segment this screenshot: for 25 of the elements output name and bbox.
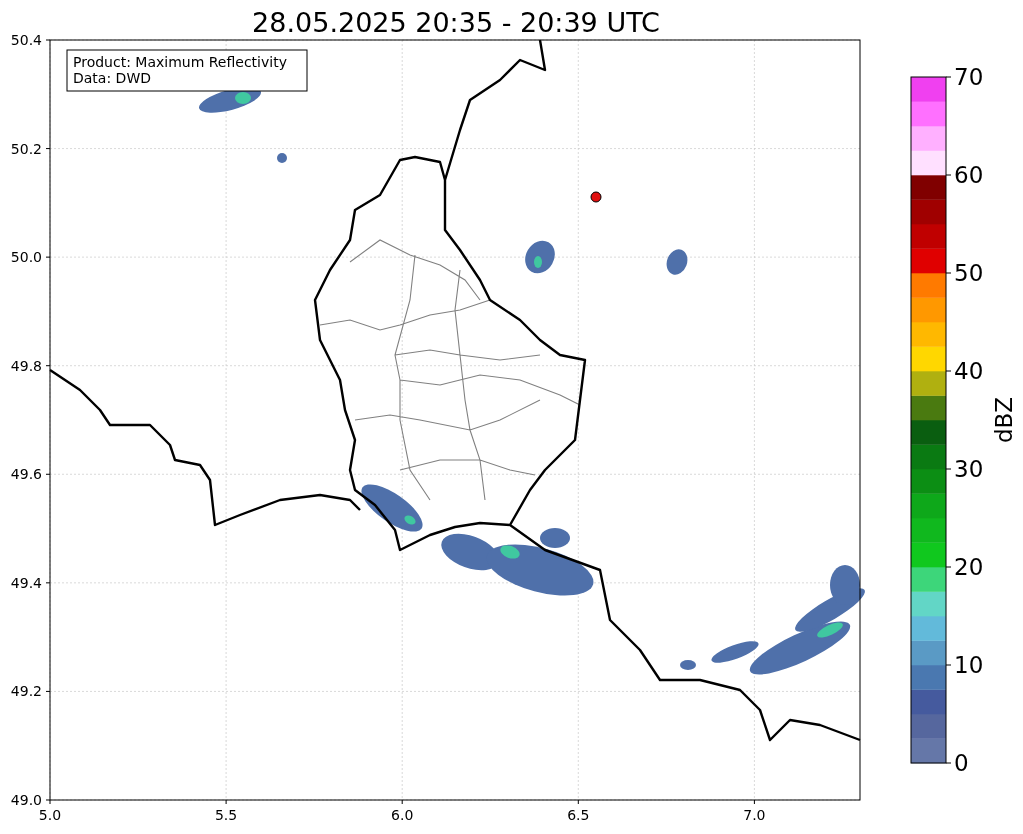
axis-tick-label: 7.0 [743, 807, 766, 823]
colorbar-label: dBZ [991, 396, 1017, 444]
axis-tick-label: 50.4 [10, 32, 42, 48]
axis-tick-label: 49.6 [10, 466, 42, 483]
info-box: Product: Maximum Reflectivity Data: DWD [66, 49, 308, 92]
axis-tick-label: 50.2 [10, 140, 42, 157]
colorbar-tick-label: 30 [954, 456, 984, 482]
axis-tick-label: 5.0 [38, 807, 62, 823]
colorbar-tick-label: 60 [954, 162, 984, 188]
axis-tick-label: 50.0 [10, 249, 42, 266]
colorbar-tick-label: 20 [954, 554, 984, 580]
chart-title: 28.05.2025 20:35 - 20:39 UTC [252, 7, 660, 38]
colorbar-tick-label: 40 [954, 358, 984, 384]
colorbar-tick-label: 50 [954, 260, 984, 286]
axis-tick-label: 6.5 [567, 807, 590, 823]
axis-tick-label: 49.0 [10, 792, 42, 808]
axis-tick-label: 49.4 [10, 574, 42, 591]
axis-tick-label: 6.0 [391, 807, 414, 823]
colorbar-tick-label: 70 [954, 64, 984, 90]
colorbar-tick-label: 0 [954, 750, 969, 776]
axis-tick-label: 49.2 [10, 683, 42, 700]
colorbar-tick-label: 10 [954, 652, 984, 678]
location-marker-icon [590, 191, 602, 203]
axis-tick-label: 5.5 [214, 807, 238, 823]
axis-tick-label: 49.8 [10, 357, 42, 374]
